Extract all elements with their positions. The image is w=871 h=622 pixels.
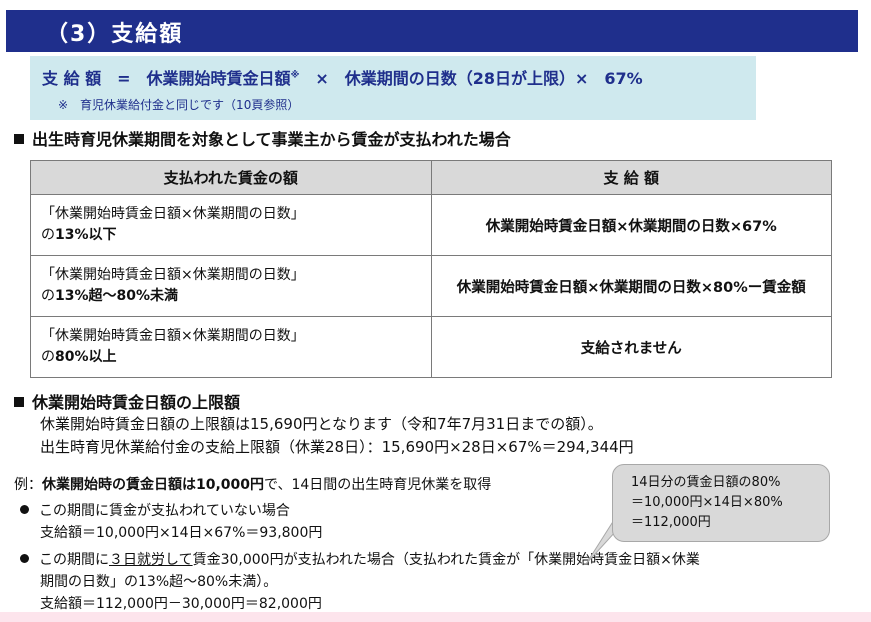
case1-calc: 支給額＝10,000円×14日×67%＝93,800円 bbox=[40, 525, 323, 541]
table-cell-condition: 「休業開始時賃金日額×休業期間の日数」 の13%以下 bbox=[30, 194, 432, 256]
bottom-strip bbox=[0, 612, 871, 622]
example-prefix: 例： bbox=[14, 477, 42, 493]
condition-prefix: の bbox=[41, 288, 55, 304]
condition-line1: 「休業開始時賃金日額×休業期間の日数」 bbox=[41, 328, 305, 344]
section-header: （3）支給額 bbox=[6, 10, 858, 52]
condition-threshold: 80%以上 bbox=[55, 349, 117, 365]
formula-box: 支 給 額 = 休業開始時賃金日額※ × 休業期間の日数（28日が上限）× 67… bbox=[30, 56, 756, 120]
case1-text: この期間に賃金が支払われていない場合 bbox=[39, 503, 290, 519]
callout-line2: ＝10,000円×14日×80% bbox=[631, 495, 783, 510]
formula-note-mark: ※ bbox=[290, 70, 300, 81]
section1-heading: 出生時育児休業期間を対象として事業主から賃金が支払われた場合 bbox=[14, 126, 511, 150]
table-cell-amount: 休業開始時賃金日額×休業期間の日数×67% bbox=[430, 194, 832, 256]
bullet-icon bbox=[20, 554, 29, 563]
section2-heading-text: 休業開始時賃金日額の上限額 bbox=[32, 393, 241, 412]
example-wage: 休業開始時の賃金日額は10,000円 bbox=[42, 477, 265, 493]
table-row: 「休業開始時賃金日額×休業期間の日数」 の13%以下 休業開始時賃金日額×休業期間… bbox=[30, 194, 832, 256]
callout-bubble: 14日分の賃金日額の80% ＝10,000円×14日×80% ＝112,000円 bbox=[612, 464, 830, 542]
formula-text-rest: × 休業期間の日数（28日が上限）× 67% bbox=[299, 69, 643, 88]
callout-line3: ＝112,000円 bbox=[631, 515, 711, 530]
condition-prefix: の bbox=[41, 349, 55, 365]
table-cell-condition: 「休業開始時賃金日額×休業期間の日数」 の13%超～80%未満 bbox=[30, 255, 432, 317]
case2-pre: この期間に bbox=[39, 552, 109, 568]
condition-line1: 「休業開始時賃金日額×休業期間の日数」 bbox=[41, 206, 305, 222]
section1-heading-text: 出生時育児休業期間を対象として事業主から賃金が支払われた場合 bbox=[32, 130, 511, 149]
formula-text: 支 給 額 = 休業開始時賃金日額 bbox=[42, 69, 291, 88]
case1-line: この期間に賃金が支払われていない場合 bbox=[20, 500, 290, 520]
formula-note: ※ 育児休業給付金と同じです（10頁参照） bbox=[58, 98, 300, 112]
section2-heading: 休業開始時賃金日額の上限額 bbox=[14, 389, 240, 413]
callout-text: 14日分の賃金日額の80% ＝10,000円×14日×80% ＝112,000円 bbox=[631, 473, 783, 533]
table-cell-amount: 休業開始時賃金日額×休業期間の日数×80%ー賃金額 bbox=[430, 255, 832, 317]
table-row: 「休業開始時賃金日額×休業期間の日数」 の80%以上 支給されません bbox=[30, 316, 832, 378]
condition-line1: 「休業開始時賃金日額×休業期間の日数」 bbox=[41, 267, 305, 283]
payment-table: 支払われた賃金の額 支 給 額 「休業開始時賃金日額×休業期間の日数」 の13%以… bbox=[30, 160, 832, 378]
square-bullet-icon bbox=[14, 397, 24, 407]
condition-prefix: の bbox=[41, 227, 55, 243]
table-header-amount: 支 給 額 bbox=[430, 160, 832, 195]
payment-formula: 支 給 額 = 休業開始時賃金日額※ × 休業期間の日数（28日が上限）× 67… bbox=[42, 65, 643, 89]
condition-threshold: 13%以下 bbox=[55, 227, 117, 243]
table-header-paid-wage: 支払われた賃金の額 bbox=[30, 160, 432, 195]
table-cell-amount: 支給されません bbox=[430, 316, 832, 378]
max-benefit-text: 出生時育児休業給付金の支給上限額（休業28日）：15,690円×28日×67%＝… bbox=[40, 438, 634, 456]
example-rest: で、14日間の出生時育児休業を取得 bbox=[264, 477, 492, 493]
table-row: 「休業開始時賃金日額×休業期間の日数」 の13%超～80%未満 休業開始時賃金日額… bbox=[30, 255, 832, 317]
case2-line2: 期間の日数」の13%超～80%未満）。 bbox=[40, 574, 278, 590]
upper-limit-text: 休業開始時賃金日額の上限額は15,690円となります（令和7年7月31日までの額… bbox=[40, 415, 603, 433]
condition-threshold: 13%超～80%未満 bbox=[55, 288, 179, 304]
section-title: （3）支給額 bbox=[46, 22, 184, 47]
square-bullet-icon bbox=[14, 134, 24, 144]
bullet-icon bbox=[20, 505, 29, 514]
example-line: 例：休業開始時の賃金日額は10,000円で、14日間の出生時育児休業を取得 bbox=[14, 474, 491, 494]
table-header-row: 支払われた賃金の額 支 給 額 bbox=[30, 160, 832, 195]
table-cell-condition: 「休業開始時賃金日額×休業期間の日数」 の80%以上 bbox=[30, 316, 432, 378]
case2-underlined: ３日就労して bbox=[109, 552, 193, 568]
callout-line1: 14日分の賃金日額の80% bbox=[631, 475, 781, 490]
case2-calc: 支給額＝112,000円－30,000円＝82,000円 bbox=[40, 596, 322, 612]
